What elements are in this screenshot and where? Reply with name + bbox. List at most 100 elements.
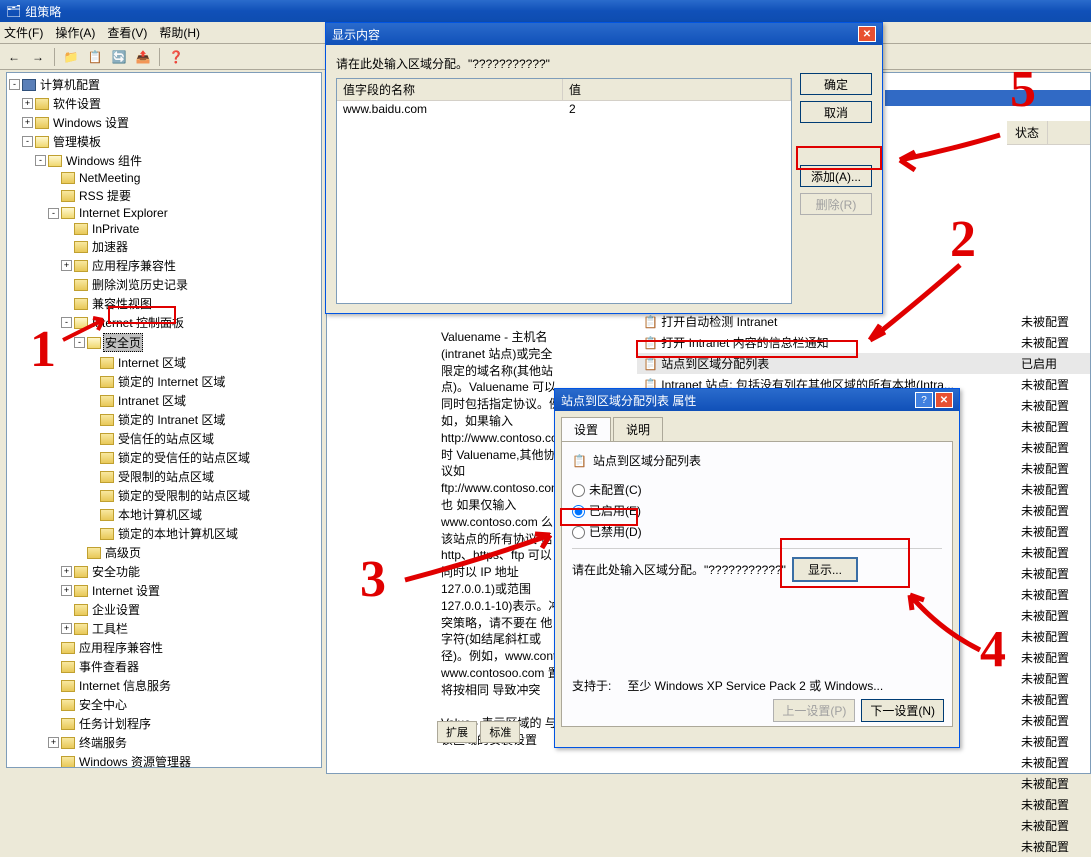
expand-icon[interactable]: + xyxy=(61,260,72,271)
radio-enabled-input[interactable] xyxy=(572,505,585,518)
tree-item[interactable]: Internet 信息服务 xyxy=(9,676,319,695)
tree-item[interactable]: RSS 提要 xyxy=(9,186,319,205)
tree-pane[interactable]: - 计算机配置 +软件设置+Windows 设置-管理模板-Windows 组件… xyxy=(6,72,322,768)
col-value-name[interactable]: 值字段的名称 xyxy=(337,79,563,100)
tree-item[interactable]: 高级页 xyxy=(9,543,319,562)
tree-item[interactable]: + Internet 设置 xyxy=(9,581,319,600)
policy-row[interactable]: 📋 打开 Intranet 内容的信息栏通知未被配置 xyxy=(637,332,1090,353)
policy-row[interactable]: 📋 站点到区域分配列表已启用 xyxy=(637,353,1090,374)
expand-icon[interactable]: + xyxy=(61,585,72,596)
tree-item[interactable]: +终端服务 xyxy=(9,733,319,752)
prop-titlebar[interactable]: 站点到区域分配列表 属性 ? ✕ xyxy=(555,389,959,411)
radio-enabled[interactable]: 已启用(E) xyxy=(572,502,942,519)
policy-row[interactable]: 未被配置 xyxy=(637,794,1090,815)
tree-item[interactable]: +软件设置 xyxy=(9,94,319,113)
folder-icon xyxy=(74,260,88,272)
refresh-button[interactable]: 🔄 xyxy=(109,47,129,67)
tree-item[interactable]: InPrivate xyxy=(9,221,319,237)
list-item[interactable]: www.baidu.com 2 xyxy=(337,101,791,117)
tree-item[interactable]: 受信任的站点区域 xyxy=(9,429,319,448)
tree-item[interactable]: 事件查看器 xyxy=(9,657,319,676)
menu-action[interactable]: 操作(A) xyxy=(55,24,95,41)
policy-row[interactable]: 未被配置 xyxy=(637,752,1090,773)
add-button[interactable]: 添加(A)... xyxy=(800,165,872,187)
menu-file[interactable]: 文件(F) xyxy=(4,24,43,41)
expand-icon[interactable]: - xyxy=(35,155,46,166)
tree-item[interactable]: +Windows 设置 xyxy=(9,113,319,132)
tree-item[interactable]: 企业设置 xyxy=(9,600,319,619)
expand-icon[interactable]: - xyxy=(74,337,85,348)
policy-status: 未被配置 xyxy=(1021,691,1086,708)
policy-row[interactable]: 未被配置 xyxy=(637,773,1090,794)
tree-item[interactable]: 删除浏览历史记录 xyxy=(9,275,319,294)
radio-disabled-input[interactable] xyxy=(572,526,585,539)
col-status[interactable]: 状态 xyxy=(1007,121,1048,144)
policy-row[interactable]: 📋 打开自动检测 Intranet未被配置 xyxy=(637,311,1090,332)
prev-setting-button[interactable]: 上一设置(P) xyxy=(773,699,855,722)
tree-item[interactable]: 安全中心 xyxy=(9,695,319,714)
tab-settings[interactable]: 设置 xyxy=(561,417,611,441)
tree-item[interactable]: +工具栏 xyxy=(9,619,319,638)
expand-icon[interactable]: + xyxy=(61,566,72,577)
forward-button[interactable]: → xyxy=(28,47,48,67)
tree-label: 安全页 xyxy=(103,333,143,352)
value-listbox[interactable]: 值字段的名称 值 www.baidu.com 2 xyxy=(336,78,792,304)
close-icon[interactable]: ✕ xyxy=(935,392,953,408)
tree-item[interactable]: 锁定的受信任的站点区域 xyxy=(9,448,319,467)
menu-help[interactable]: 帮助(H) xyxy=(159,24,200,41)
radio-not-configured[interactable]: 未配置(C) xyxy=(572,481,942,498)
tree-item[interactable]: 本地计算机区域 xyxy=(9,505,319,524)
expand-icon[interactable]: + xyxy=(22,98,33,109)
tree-root[interactable]: - 计算机配置 xyxy=(9,75,319,94)
policy-row[interactable]: 未被配置 xyxy=(637,815,1090,836)
tree-item[interactable]: 锁定的本地计算机区域 xyxy=(9,524,319,543)
export-button[interactable]: 📤 xyxy=(133,47,153,67)
tree-item[interactable]: +安全功能 xyxy=(9,562,319,581)
expand-icon[interactable]: - xyxy=(48,208,59,219)
anno-num-5: 5 xyxy=(1010,60,1036,119)
expand-icon[interactable]: + xyxy=(48,737,59,748)
next-setting-button[interactable]: 下一设置(N) xyxy=(861,699,944,722)
tree-item[interactable]: 锁定的受限制的站点区域 xyxy=(9,486,319,505)
expand-icon[interactable]: + xyxy=(22,117,33,128)
policy-row[interactable]: 未被配置 xyxy=(637,836,1090,857)
tree-item[interactable]: 任务计划程序 xyxy=(9,714,319,733)
radio-not-input[interactable] xyxy=(572,484,585,497)
cancel-button[interactable]: 取消 xyxy=(800,101,872,123)
tree-item[interactable]: 兼容性视图 xyxy=(9,294,319,313)
dialog-titlebar[interactable]: 显示内容 ✕ xyxy=(326,23,882,45)
tree-item[interactable]: -Windows 组件 xyxy=(9,151,319,170)
help-icon[interactable]: ? xyxy=(915,392,933,408)
tab-standard[interactable]: 标准 xyxy=(480,721,520,743)
tab-extended[interactable]: 扩展 xyxy=(437,721,477,743)
back-button[interactable]: ← xyxy=(4,47,24,67)
ok-button[interactable]: 确定 xyxy=(800,73,872,95)
col-value[interactable]: 值 xyxy=(563,79,791,100)
menu-view[interactable]: 查看(V) xyxy=(107,24,147,41)
tree-item[interactable]: -管理模板 xyxy=(9,132,319,151)
tree-label: 安全中心 xyxy=(77,696,129,713)
expand-icon[interactable]: - xyxy=(61,317,72,328)
radio-disabled[interactable]: 已禁用(D) xyxy=(572,523,942,540)
show-button[interactable]: 显示... xyxy=(792,557,858,582)
tree-item[interactable]: 受限制的站点区域 xyxy=(9,467,319,486)
tree-item[interactable]: 应用程序兼容性 xyxy=(9,638,319,657)
dialog-title: 显示内容 xyxy=(332,26,380,43)
tree-item[interactable]: 锁定的 Intranet 区域 xyxy=(9,410,319,429)
up-button[interactable]: 📁 xyxy=(61,47,81,67)
tree-item[interactable]: 加速器 xyxy=(9,237,319,256)
collapse-icon[interactable]: - xyxy=(9,79,20,90)
tree-item[interactable]: NetMeeting xyxy=(9,170,319,186)
expand-icon[interactable]: - xyxy=(22,136,33,147)
props-button[interactable]: 📋 xyxy=(85,47,105,67)
main-titlebar: 🗂 组策略 xyxy=(0,0,1091,22)
tree-item[interactable]: +应用程序兼容性 xyxy=(9,256,319,275)
close-icon[interactable]: ✕ xyxy=(858,26,876,42)
help-button[interactable]: ❓ xyxy=(166,47,186,67)
tree-label: Internet 设置 xyxy=(90,582,162,599)
tree-item[interactable]: Windows 资源管理器 xyxy=(9,752,319,768)
expand-icon[interactable]: + xyxy=(61,623,72,634)
tree-item[interactable]: Intranet 区域 xyxy=(9,391,319,410)
tab-explain[interactable]: 说明 xyxy=(613,417,663,441)
tree-item[interactable]: -Internet Explorer xyxy=(9,205,319,221)
